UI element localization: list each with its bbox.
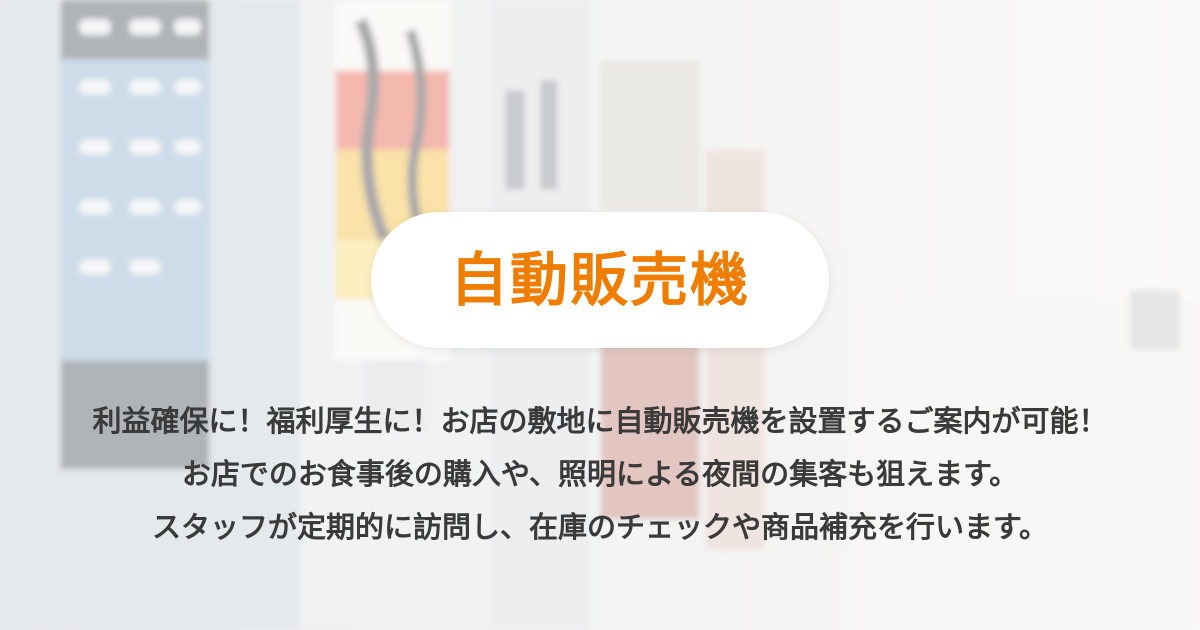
page-title: 自動販売機 [443,245,757,315]
description-line-3: スタッフが定期的に訪問し、在庫のチェックや商品補充を行います。 [151,510,1049,544]
page-title-text: 自動販売機 [449,246,750,314]
title-pill: 自動販売機 [371,212,829,348]
description-line-2: お店でのお食事後の購入や、照明による夜間の集客も狙えます。 [181,457,1019,491]
description-line-1: 利益確保に！福利厚生に！お店の敷地に自動販売機を設置するご案内が可能！ [92,404,1108,438]
description: 利益確保に！福利厚生に！お店の敷地に自動販売機を設置するご案内が可能！ お店での… [20,395,1180,554]
